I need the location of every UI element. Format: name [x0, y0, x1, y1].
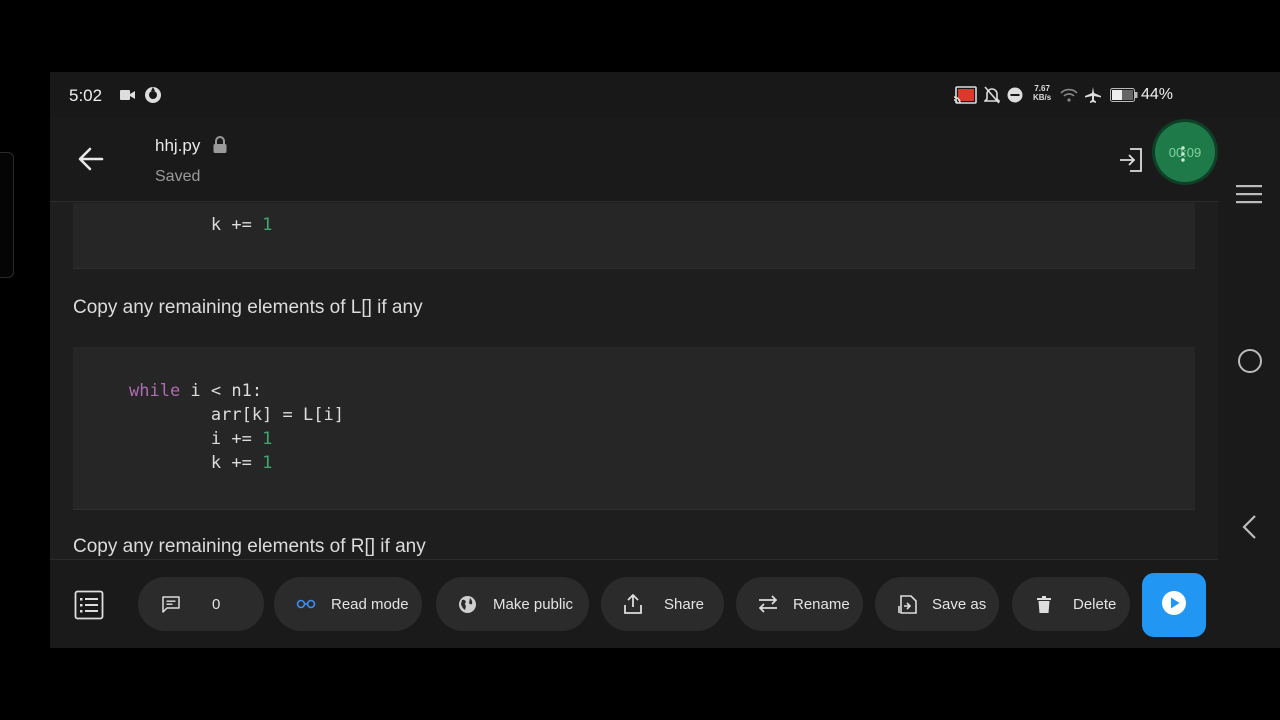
save-as-label: Save as: [932, 595, 987, 613]
save-as-icon: [897, 594, 917, 614]
bottom-toolbar: 0 Read mode Make public Share Rename Sav…: [50, 559, 1218, 648]
device-screen: 5:02 7.67 KB/s 44% hhj.py Saved 00:09 k …: [50, 72, 1280, 648]
status-time: 5:02: [69, 86, 103, 105]
rename-button[interactable]: Rename: [736, 577, 863, 631]
rename-label: Rename: [793, 595, 850, 613]
back-chevron-icon[interactable]: [1240, 514, 1258, 545]
comments-count: 0: [212, 595, 221, 613]
notebook-content[interactable]: k += 1 Copy any remaining elements of L[…: [50, 203, 1218, 559]
save-status: Saved: [155, 168, 201, 185]
home-circle-icon[interactable]: [1237, 348, 1263, 379]
screen-recorder-bubble[interactable]: 00:09: [1155, 122, 1215, 182]
code-text: k +=: [129, 215, 263, 235]
read-mode-button[interactable]: Read mode: [274, 577, 422, 631]
code-number: 1: [262, 215, 273, 235]
make-public-button[interactable]: Make public: [436, 577, 589, 631]
do-not-disturb-icon: [1007, 86, 1023, 104]
code-text: i +=: [129, 429, 263, 449]
code-line: k += 1: [129, 453, 272, 473]
code-text: i < n1:: [180, 381, 263, 401]
glasses-icon: [296, 599, 316, 609]
share-icon: [623, 594, 643, 614]
code-line: i += 1: [129, 429, 272, 449]
battery-icon: [1110, 86, 1138, 104]
make-public-label: Make public: [493, 595, 574, 613]
system-nav-rail: [1218, 118, 1280, 648]
exit-icon[interactable]: [1118, 146, 1144, 174]
swap-arrows-icon: [758, 595, 778, 613]
app-icon: [144, 86, 162, 104]
markdown-text: Copy any remaining elements of R[] if an…: [73, 536, 426, 557]
file-name[interactable]: hhj.py: [155, 136, 200, 156]
run-button[interactable]: [1142, 573, 1206, 637]
play-icon: [1161, 590, 1187, 621]
comments-button[interactable]: 0: [138, 577, 264, 631]
video-camera-icon: [120, 86, 135, 104]
read-mode-label: Read mode: [331, 595, 409, 613]
recents-menu-icon[interactable]: [1235, 184, 1263, 209]
code-number: 1: [262, 429, 273, 449]
mute-icon: [984, 86, 1000, 104]
outline-list-icon[interactable]: [74, 590, 104, 620]
more-options-icon[interactable]: [1181, 146, 1185, 167]
code-number: 1: [262, 453, 273, 473]
wifi-icon: [1060, 86, 1078, 104]
trash-icon: [1034, 595, 1054, 613]
editor-header: hhj.py Saved 00:09: [50, 118, 1218, 202]
delete-label: Delete: [1073, 595, 1117, 613]
code-line: arr[k] = L[i]: [129, 405, 344, 425]
comment-icon: [161, 595, 181, 613]
code-cell-1[interactable]: k += 1: [73, 203, 1195, 269]
code-line: while i < n1:: [129, 381, 262, 401]
back-arrow-icon[interactable]: [76, 144, 106, 174]
code-line: k += 1: [129, 215, 272, 235]
globe-icon: [457, 595, 477, 614]
left-edge-handle: [0, 152, 14, 278]
status-bar: 5:02 7.67 KB/s 44%: [50, 72, 1280, 118]
code-cell-2[interactable]: while i < n1: arr[k] = L[i] i += 1 k += …: [73, 347, 1195, 510]
battery-percentage: 44%: [1141, 86, 1174, 103]
lock-icon: [212, 136, 228, 159]
markdown-text: Copy any remaining elements of L[] if an…: [73, 297, 423, 318]
save-as-button[interactable]: Save as: [875, 577, 999, 631]
cast-icon: [953, 86, 977, 104]
share-button[interactable]: Share: [601, 577, 724, 631]
airplane-icon: [1085, 86, 1101, 104]
net-speed-unit: KB/s: [1033, 93, 1052, 102]
net-speed: 7.67 KB/s: [1033, 84, 1051, 102]
code-keyword: while: [129, 381, 181, 401]
share-label: Share: [664, 595, 705, 613]
delete-button[interactable]: Delete: [1012, 577, 1130, 631]
net-speed-value: 7.67: [1034, 84, 1050, 93]
code-text: k +=: [129, 453, 263, 473]
